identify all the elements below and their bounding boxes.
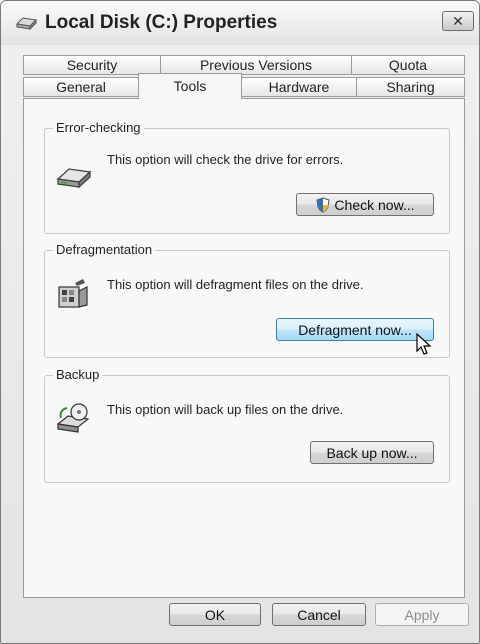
tab-hardware[interactable]: Hardware [241, 77, 357, 97]
check-now-button[interactable]: Check now... [296, 193, 434, 216]
group-label: Error-checking [53, 120, 144, 135]
group-description: This option will defragment files on the… [107, 277, 364, 292]
tab-quota[interactable]: Quota [351, 55, 465, 75]
close-button[interactable]: ✕ [442, 11, 474, 31]
backup-icon [56, 403, 90, 433]
tab-previous-versions[interactable]: Previous Versions [160, 55, 352, 75]
tab-general[interactable]: General [23, 77, 139, 97]
error-checking-group: Error-checking This option will check th… [44, 120, 450, 234]
drive-icon [15, 17, 37, 31]
defragment-icon [58, 279, 88, 308]
button-label: Check now... [334, 196, 415, 213]
defragmentation-group: Defragmentation This option will defragm… [44, 242, 450, 358]
tab-sharing[interactable]: Sharing [356, 77, 465, 97]
mouse-cursor-icon [416, 333, 432, 355]
drive-icon [56, 168, 92, 189]
tools-tab-panel: Error-checking This option will check th… [23, 98, 465, 598]
tab-security[interactable]: Security [23, 55, 161, 75]
defragment-now-button[interactable]: Defragment now... [276, 318, 434, 341]
tab-tools[interactable]: Tools [138, 73, 242, 99]
apply-button[interactable]: Apply [375, 603, 469, 626]
backup-group: Backup This option will back up files on… [44, 367, 450, 483]
title-bar: Local Disk (C:) Properties ✕ [1, 1, 479, 45]
close-icon: ✕ [452, 13, 464, 29]
tab-row-front: General Tools Hardware Sharing [23, 73, 465, 99]
tab-row-back: Security Previous Versions Quota [23, 55, 465, 77]
group-label: Defragmentation [53, 242, 156, 257]
shield-icon [316, 196, 330, 213]
back-up-now-button[interactable]: Back up now... [310, 441, 434, 464]
cancel-button[interactable]: Cancel [272, 603, 366, 626]
group-label: Backup [53, 367, 103, 382]
button-label: Defragment now... [298, 321, 412, 338]
window-title: Local Disk (C:) Properties [45, 12, 278, 33]
button-label: Back up now... [326, 444, 418, 461]
properties-dialog: Local Disk (C:) Properties ✕ Security Pr… [0, 0, 480, 644]
group-description: This option will check the drive for err… [107, 152, 344, 167]
group-description: This option will back up files on the dr… [107, 402, 344, 417]
ok-button[interactable]: OK [169, 603, 261, 626]
